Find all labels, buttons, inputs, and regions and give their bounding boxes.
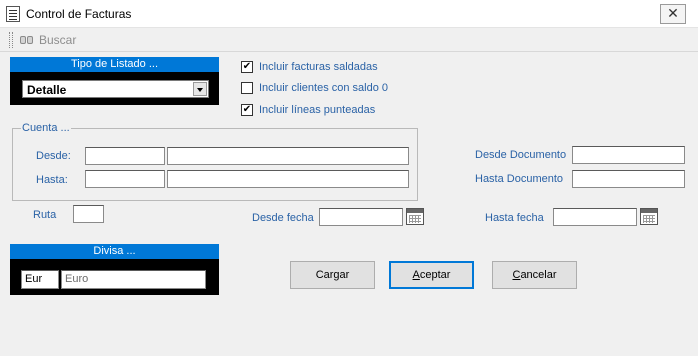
hasta-documento-label: Hasta Documento (475, 173, 564, 185)
cuenta-desde-code-input[interactable] (85, 147, 165, 165)
aceptar-label: ceptar (419, 269, 451, 281)
ruta-label: Ruta (33, 209, 57, 221)
cancelar-label: ancelar (520, 269, 557, 281)
option-label: Incluir facturas saldadas (259, 61, 378, 73)
tipo-listado-header: Tipo de Listado ... (10, 57, 219, 72)
divisa-name-input[interactable]: Euro (61, 270, 206, 289)
hasta-documento-input[interactable] (572, 170, 685, 188)
ruta-input[interactable] (73, 205, 104, 223)
cuenta-hasta-code-input[interactable] (85, 170, 165, 188)
checkbox-lineas-punteadas[interactable]: ✔ (241, 104, 253, 116)
chevron-down-icon[interactable] (193, 82, 207, 96)
buscar-button[interactable]: Buscar (20, 31, 80, 49)
aceptar-button[interactable]: Aceptar (389, 261, 474, 289)
desde-documento-label: Desde Documento (475, 149, 567, 161)
cancelar-button[interactable]: Cancelar (492, 261, 577, 289)
hasta-fecha-label: Hasta fecha (485, 212, 544, 224)
binoculars-icon (20, 33, 34, 45)
cuenta-hasta-label: Hasta: (36, 174, 68, 186)
option-label: Incluir líneas punteadas (259, 104, 376, 116)
tipo-listado-value: Detalle (27, 83, 67, 97)
title-bar: Control de Facturas ✕ (0, 0, 698, 28)
buscar-label: Buscar (39, 33, 77, 47)
toolbar-grip-icon[interactable] (9, 32, 13, 48)
desde-documento-input[interactable] (572, 146, 685, 164)
desde-fecha-label: Desde fecha (252, 212, 314, 224)
cuenta-desde-name-input[interactable] (167, 147, 409, 165)
checkbox-facturas-saldadas[interactable]: ✔ (241, 61, 253, 73)
toolbar: Buscar (0, 28, 698, 52)
calendar-icon[interactable] (406, 208, 424, 225)
option-label: Incluir clientes con saldo 0 (259, 82, 389, 94)
close-button[interactable]: ✕ (660, 4, 686, 24)
cuenta-legend: Cuenta ... (21, 122, 71, 134)
divisa-name-value: Euro (65, 273, 89, 285)
hasta-fecha-input[interactable] (553, 208, 637, 226)
cuenta-hasta-name-input[interactable] (167, 170, 409, 188)
divisa-header: Divisa ... (10, 244, 219, 259)
tipo-listado-select[interactable]: Detalle (22, 80, 209, 98)
divisa-code-input[interactable]: Eur (21, 270, 59, 289)
window-icon (6, 6, 20, 22)
cargar-button[interactable]: Cargar (290, 261, 375, 289)
calendar-icon[interactable] (640, 208, 658, 225)
cuenta-desde-label: Desde: (36, 150, 71, 162)
window-title: Control de Facturas (26, 7, 132, 21)
checkbox-clientes-saldo-cero[interactable] (241, 82, 253, 94)
divisa-code-value: Eur (25, 273, 43, 285)
aceptar-mnemonic: A (412, 269, 420, 281)
desde-fecha-input[interactable] (319, 208, 403, 226)
